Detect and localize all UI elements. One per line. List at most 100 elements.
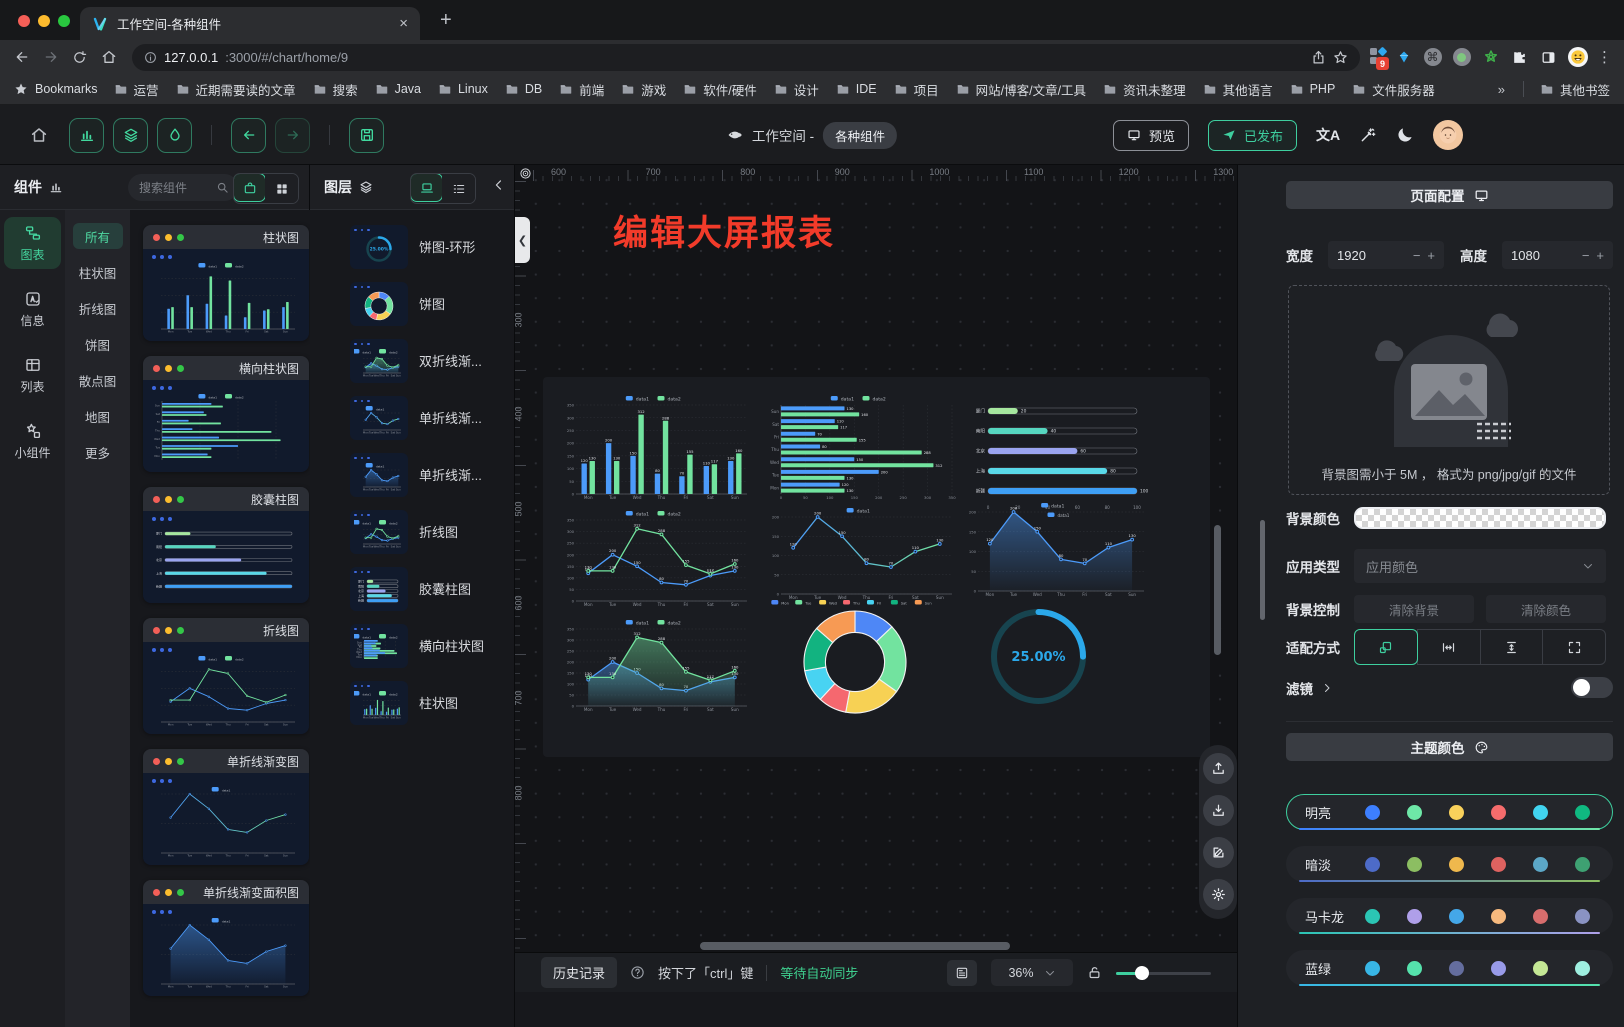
save-button[interactable] bbox=[349, 118, 384, 153]
width-stepper[interactable]: 1920 − + bbox=[1328, 241, 1444, 269]
dark-mode-moon-icon[interactable] bbox=[1396, 126, 1414, 144]
bookmark-item[interactable]: 运营 bbox=[114, 80, 159, 99]
component-search[interactable] bbox=[128, 174, 238, 201]
layer-item-饼图-环形[interactable]: 25.00%饼图-环形 bbox=[310, 218, 514, 275]
back-icon[interactable] bbox=[8, 44, 35, 71]
category-所有[interactable]: 所有 bbox=[73, 223, 123, 249]
bookmark-item[interactable]: DB bbox=[505, 80, 542, 99]
increment-icon[interactable]: + bbox=[1596, 248, 1604, 263]
bookmark-item[interactable]: 资讯未整理 bbox=[1103, 80, 1186, 99]
translate-icon[interactable]: 文A bbox=[1316, 125, 1340, 145]
bookmark-item[interactable]: Linux bbox=[438, 80, 488, 99]
fit-height-button[interactable] bbox=[1480, 629, 1544, 665]
bookmark-item[interactable]: 前端 bbox=[559, 80, 604, 99]
component-card-折线图[interactable]: 折线图data1data2MonTueWedThuFriSatSun bbox=[143, 618, 309, 734]
reload-icon[interactable] bbox=[66, 44, 93, 71]
filter-toggle[interactable] bbox=[1571, 677, 1613, 698]
theme-color-header[interactable]: 主题颜色 bbox=[1286, 733, 1613, 761]
chart-line-area[interactable]: data1050100150200MonTueWedThuFriSatSun12… bbox=[962, 500, 1152, 602]
zoom-select[interactable]: 36% bbox=[991, 959, 1073, 986]
lock-icon[interactable] bbox=[1087, 965, 1102, 980]
chart-line[interactable]: data1data2050100150200250300350MonTueWed… bbox=[560, 508, 755, 612]
component-card-柱状图[interactable]: 柱状图data1data2MonTueWedThuFriSatSun bbox=[143, 225, 309, 341]
home-icon[interactable] bbox=[95, 44, 122, 71]
fit-width-button[interactable] bbox=[1417, 629, 1481, 665]
search-input[interactable] bbox=[137, 180, 211, 196]
share-icon[interactable] bbox=[1311, 50, 1326, 65]
decrement-icon[interactable]: − bbox=[1582, 248, 1590, 263]
fit-full-button[interactable] bbox=[1542, 629, 1606, 665]
bookmark-item[interactable]: 游戏 bbox=[621, 80, 666, 99]
collapse-panel-icon[interactable] bbox=[492, 178, 506, 192]
theme-明亮[interactable]: 明亮 bbox=[1286, 794, 1613, 830]
chart-horizontal-bar[interactable]: data1data2050100150200250300350Sun130160… bbox=[765, 393, 960, 505]
clear-color-button[interactable]: 清除颜色 bbox=[1486, 595, 1606, 623]
bookmark-item[interactable]: 软件/硬件 bbox=[683, 80, 756, 99]
chart-line-gradient[interactable]: data1050100150200MonTueWedThuFriSatSun12… bbox=[765, 505, 960, 605]
edit-button[interactable] bbox=[1203, 837, 1234, 868]
category-更多[interactable]: 更多 bbox=[65, 434, 130, 470]
bookmark-item[interactable]: IDE bbox=[836, 80, 877, 99]
single-view-toggle[interactable] bbox=[233, 173, 266, 202]
bookmark-item[interactable]: 其他语言 bbox=[1203, 80, 1273, 99]
category-折线图[interactable]: 折线图 bbox=[65, 290, 130, 326]
command-extension-icon[interactable]: ⌘ bbox=[1419, 44, 1446, 71]
app-type-select[interactable]: 应用颜色 bbox=[1354, 549, 1606, 583]
grid-view-toggle[interactable] bbox=[265, 174, 298, 203]
tab-close-icon[interactable]: × bbox=[399, 16, 408, 31]
layer-item-柱状图[interactable]: data1data2MonTueWedThuFriSatSun柱状图 bbox=[310, 674, 514, 731]
chart-dual-line-area[interactable]: data1data2050100150200250300350MonTueWed… bbox=[560, 617, 755, 717]
sidebar-item-图表[interactable]: 图表 bbox=[4, 217, 61, 269]
increment-icon[interactable]: + bbox=[1427, 248, 1435, 263]
export-button[interactable] bbox=[1203, 753, 1234, 784]
history-button[interactable]: 历史记录 bbox=[541, 957, 617, 988]
green-star-extension-icon[interactable] bbox=[1477, 44, 1504, 71]
puzzle-extensions-icon[interactable] bbox=[1506, 44, 1533, 71]
theme-蓝绿[interactable]: 蓝绿 bbox=[1286, 950, 1613, 986]
address-bar[interactable]: 127.0.0.1 :3000/#/chart/home/9 bbox=[132, 44, 1360, 71]
help-icon[interactable] bbox=[630, 965, 645, 980]
bookmark-item[interactable]: PHP bbox=[1290, 80, 1336, 99]
app-home-icon[interactable] bbox=[30, 126, 48, 144]
horizontal-scrollbar[interactable] bbox=[700, 942, 1010, 950]
layer-item-双折线渐...[interactable]: data1data2MonTueWedThuFriSatSun双折线渐... bbox=[310, 332, 514, 389]
layer-item-饼图[interactable]: 饼图 bbox=[310, 275, 514, 332]
theme-暗淡[interactable]: 暗淡 bbox=[1286, 846, 1613, 882]
undo-button[interactable] bbox=[231, 118, 266, 153]
category-柱状图[interactable]: 柱状图 bbox=[65, 254, 130, 290]
forward-icon[interactable] bbox=[37, 44, 64, 71]
category-饼图[interactable]: 饼图 bbox=[65, 326, 130, 362]
background-color-swatch[interactable] bbox=[1354, 507, 1606, 529]
chart-pie-donut[interactable]: MonTueWedThuFriSatSun bbox=[750, 598, 960, 716]
bookmarks-overflow-icon[interactable]: » bbox=[1496, 82, 1507, 97]
zoom-slider[interactable] bbox=[1116, 966, 1211, 980]
redo-button[interactable] bbox=[275, 118, 310, 153]
component-card-单折线渐变图[interactable]: 单折线渐变图data1MonTueWedThuFriSatSun bbox=[143, 749, 309, 865]
panel-scrollbar[interactable] bbox=[1260, 520, 1265, 620]
user-avatar[interactable] bbox=[1433, 120, 1463, 150]
layer-item-横向柱状图[interactable]: data1data2SunSatFriThuWedTueMon横向柱状图 bbox=[310, 617, 514, 674]
chart-bar[interactable]: data1data2050100150200250300350MonTueWed… bbox=[560, 393, 755, 505]
layers-toggle-button[interactable] bbox=[113, 118, 148, 153]
chevron-right-icon[interactable] bbox=[1321, 682, 1333, 694]
bookmark-item[interactable]: Java bbox=[375, 80, 421, 99]
clear-background-button[interactable]: 清除背景 bbox=[1354, 595, 1474, 623]
bookmark-item[interactable]: 项目 bbox=[894, 80, 939, 99]
component-card-胶囊柱图[interactable]: 胶囊柱图厦门南阳北京上海新疆 bbox=[143, 487, 309, 603]
ruler-eye-icon[interactable] bbox=[519, 167, 532, 180]
shortcut-panel-button[interactable] bbox=[947, 960, 977, 986]
extensions-icon[interactable]: 9 bbox=[1370, 48, 1388, 66]
diamond-extension-icon[interactable] bbox=[1390, 44, 1417, 71]
sidebar-item-小组件[interactable]: 小组件 bbox=[4, 415, 61, 467]
bookmark-star-icon[interactable] bbox=[1333, 50, 1348, 65]
dashboard-title-text[interactable]: 编辑大屏报表 bbox=[613, 205, 835, 256]
vertical-scrollbar[interactable] bbox=[1214, 525, 1221, 655]
preview-button[interactable]: 预览 bbox=[1113, 120, 1189, 151]
layer-item-折线图[interactable]: data1data2MonTueWedThuFriSatSun折线图 bbox=[310, 503, 514, 560]
dashboard-screen[interactable]: data1data2050100150200250300350MonTueWed… bbox=[543, 377, 1210, 757]
component-card-单折线渐变面积图[interactable]: 单折线渐变面积图data1MonTueWedThuFriSatSun bbox=[143, 880, 309, 996]
bookmark-item[interactable]: 文件服务器 bbox=[1352, 80, 1435, 99]
details-toggle-button[interactable] bbox=[157, 118, 192, 153]
sidebar-item-列表[interactable]: 列表 bbox=[4, 349, 61, 401]
editor-canvas[interactable]: 6007008009001000110012001300 20030040050… bbox=[515, 165, 1237, 1027]
